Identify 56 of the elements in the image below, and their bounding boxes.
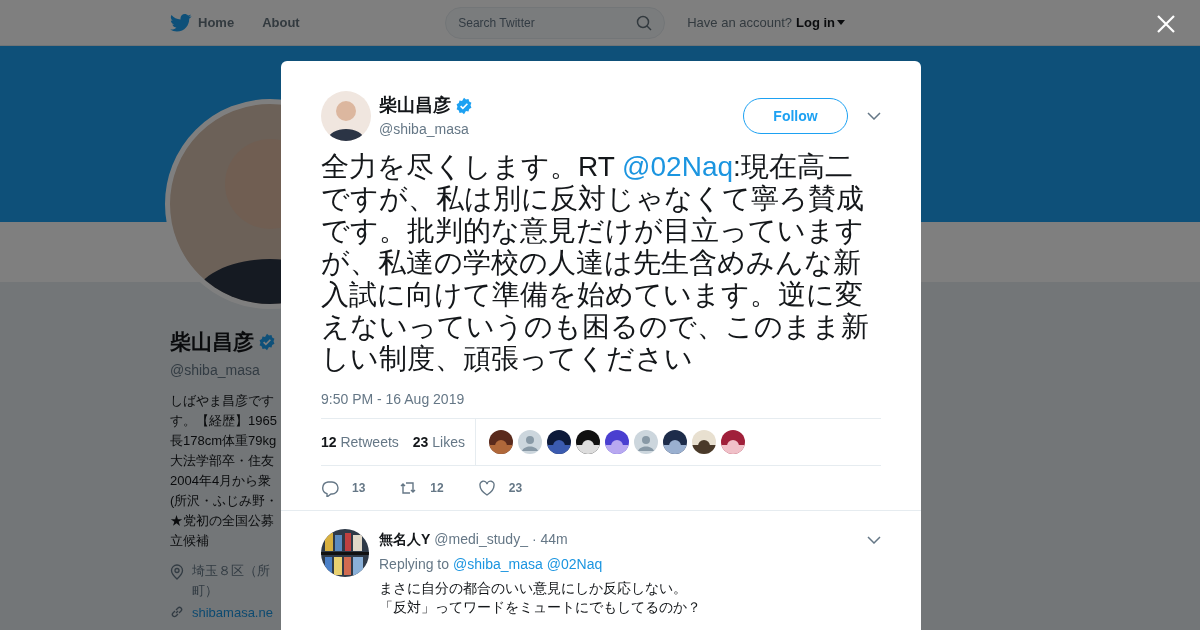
reply-handle[interactable]: @medi_study_ [434, 529, 528, 550]
like-icon [477, 479, 496, 497]
tweet-timestamp[interactable]: 9:50 PM - 16 Aug 2019 [321, 389, 881, 410]
bio-line: す。【経歴】1965 [170, 411, 277, 430]
user-avatar[interactable] [576, 430, 600, 454]
reply-icon [321, 479, 339, 497]
author-handle: @shiba_masa [379, 120, 470, 139]
chevron-down-icon[interactable] [867, 535, 881, 544]
profile-name: 柴山昌彦 [170, 329, 254, 355]
chevron-down-icon[interactable] [867, 112, 881, 120]
bio-line: (所沢・ふじみ野・ [170, 491, 279, 510]
reply-text-line: 「反対」ってワードをミュートにでもしてるのか？ [379, 598, 702, 617]
nav-link[interactable]: Home [198, 12, 235, 33]
login-link[interactable]: Log in [796, 12, 845, 33]
bio-line: しばやま昌彦です [170, 391, 274, 410]
caret-icon [837, 20, 845, 25]
user-avatar[interactable] [721, 430, 745, 454]
retweets-count[interactable]: 12 Retweets [321, 431, 399, 453]
close-icon [1155, 13, 1177, 35]
user-avatar[interactable] [547, 430, 571, 454]
bio-line: 大法学部卒・住友 [170, 451, 274, 470]
reply-time[interactable]: · 44m [531, 529, 568, 550]
tweet-text: 全力を尽くします。RT @02Naq:現在高二ですが、私は別に反対じゃなくて寧ろ賛成です。批判的な意見だけが目立っていますが、私達の学校の人達は先生含めみんな新入試に向けて準備を始めています。逆に変えないっていうのも困るので、このまま新しい制度、頑張ってください [321, 151, 870, 375]
retweet-button[interactable]: 12 [399, 479, 444, 497]
default-avatar-icon[interactable] [634, 430, 658, 454]
likes-count[interactable]: 23 Likes [412, 431, 465, 453]
link-icon [170, 605, 184, 619]
profile-handle: @shiba_masa [170, 360, 261, 380]
mention-link[interactable]: @02Naq [622, 151, 734, 182]
location-line: 町） [192, 581, 218, 600]
mention-link[interactable]: @02Naq [546, 554, 603, 575]
retweet-icon [399, 479, 418, 497]
reply-author[interactable]: 無名人Y [379, 529, 431, 550]
author-avatar [321, 91, 371, 141]
bio-line: 長178cm体重79kg [170, 431, 277, 450]
bio-line: ★党初の全国公募 [170, 511, 274, 530]
bio-line: 2004年4月から衆 [170, 471, 272, 490]
user-avatar[interactable] [692, 430, 716, 454]
location-pin-icon [170, 563, 184, 580]
reply-text-line: まさに自分の都合のいい意見にしか反応しない。 [379, 579, 688, 598]
like-button[interactable]: 23 [477, 479, 523, 497]
author-name: 柴山昌彦 [379, 94, 451, 117]
user-avatar[interactable] [489, 430, 513, 454]
nav-link[interactable]: About [262, 12, 300, 33]
default-avatar-icon[interactable] [518, 430, 542, 454]
mention-link[interactable]: @shiba_masa [453, 554, 543, 575]
user-avatar[interactable] [605, 430, 629, 454]
account-prompt: Have an account? [687, 13, 792, 32]
replying-to-label: Replying to [379, 555, 450, 574]
close-button[interactable] [1155, 13, 1177, 35]
user-avatar[interactable] [663, 430, 687, 454]
reply-button[interactable]: 13 [321, 479, 366, 497]
location-line: 埼玉８区（所 [192, 561, 270, 580]
search-icon [636, 14, 653, 31]
bio-line: 立候補 [170, 531, 209, 550]
search-field[interactable]: Search Twitter [445, 6, 666, 39]
